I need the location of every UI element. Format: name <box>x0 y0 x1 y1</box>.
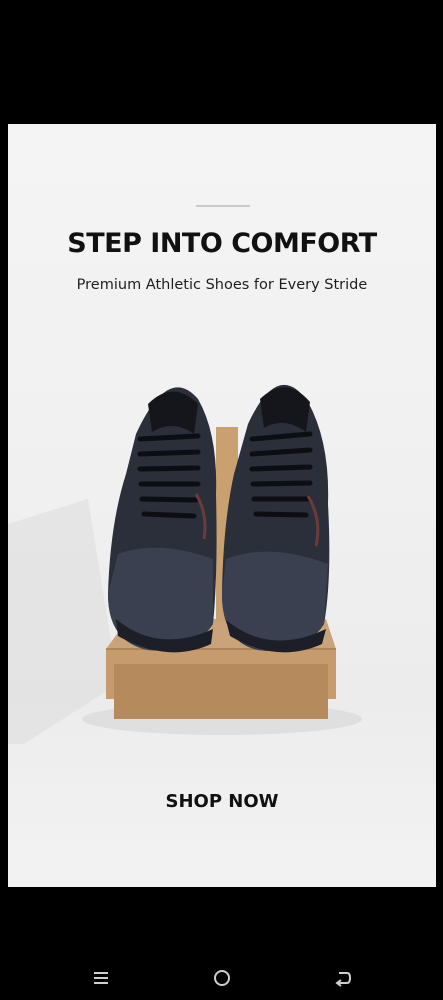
system-navigation-bar <box>0 955 443 1000</box>
ad-card[interactable]: STEP INTO COMFORT Premium Athletic Shoes… <box>8 124 436 887</box>
sneakers-on-shoebox-image <box>8 384 362 744</box>
home-circle-icon <box>213 969 230 986</box>
recents-button[interactable] <box>81 958 121 998</box>
phone-screen: STEP INTO COMFORT Premium Athletic Shoes… <box>0 0 443 1000</box>
subheadline: Premium Athletic Shoes for Every Stride <box>76 277 368 293</box>
back-button[interactable] <box>323 958 363 998</box>
shop-now-button[interactable]: SHOP NOW <box>142 780 302 824</box>
headline: STEP INTO COMFORT <box>67 228 377 259</box>
divider <box>196 205 250 207</box>
menu-icon <box>93 971 108 984</box>
back-icon <box>334 971 351 987</box>
home-button[interactable] <box>202 958 242 998</box>
